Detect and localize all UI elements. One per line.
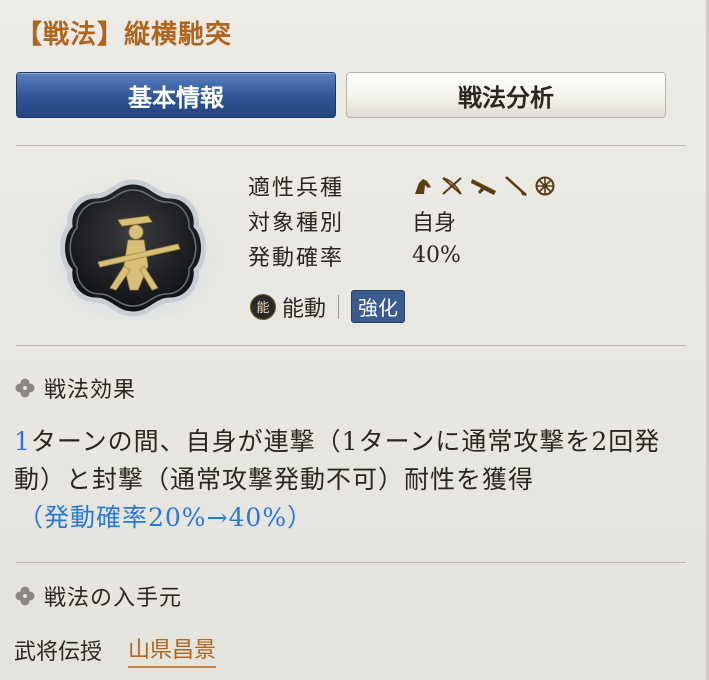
effect-text: ターンの間、自身が連撃（1ターンに通常攻撃を2回発動）と封撃（通常攻撃発動不可）…	[14, 427, 661, 494]
source-heading: 戦法の入手元	[14, 580, 182, 612]
clover-icon	[15, 378, 35, 398]
tactic-info: 適性兵種 対象種別 自身 発動確率 40%	[248, 168, 556, 273]
active-badge-icon: 能	[250, 293, 276, 320]
gun-icon	[471, 178, 496, 195]
divider	[16, 345, 686, 346]
troop-type-label: 適性兵種	[248, 175, 345, 201]
tactic-title: 【戦法】縦横馳突	[16, 20, 233, 50]
target-type-label: 対象種別	[248, 210, 345, 236]
separator	[338, 294, 340, 319]
troop-type-row: 適性兵種	[248, 168, 556, 203]
effect-description: 1ターンの間、自身が連撃（1ターンに通常攻撃を2回発動）と封撃（通常攻撃発動不可…	[14, 423, 694, 537]
enhanced-tag: 強化	[351, 290, 406, 323]
source-row: 武将伝授 山県昌景	[14, 632, 217, 668]
target-type-row: 対象種別 自身	[248, 203, 556, 238]
tactic-detail-panel: 【戦法】縦横馳突 基本情報 戦法分析 適性兵種 対象種別 自身 発動確率 40%…	[0, 0, 709, 680]
effect-heading: 戦法効果	[14, 372, 136, 404]
troop-type-icons	[412, 175, 556, 197]
ability-type: 能動	[282, 296, 327, 322]
spear-icon	[505, 175, 527, 196]
tactic-emblem-icon	[38, 170, 228, 322]
activation-rate-value: 40%	[412, 243, 461, 268]
shield-icon	[535, 176, 555, 195]
tab-basic-info[interactable]: 基本情報	[16, 72, 336, 118]
cavalry-icon	[415, 178, 431, 194]
source-label: 武将伝授	[14, 640, 103, 665]
effect-heading-label: 戦法効果	[44, 378, 137, 403]
divider	[16, 562, 686, 563]
clover-icon	[15, 586, 35, 606]
tab-bar: 基本情報 戦法分析	[16, 72, 668, 120]
target-type-value: 自身	[412, 210, 457, 236]
ability-row: 能 能動 強化	[250, 290, 406, 323]
source-heading-label: 戦法の入手元	[44, 586, 183, 611]
activation-rate-row: 発動確率 40%	[248, 238, 556, 273]
effect-turn-count: 1	[14, 427, 31, 456]
tab-tactic-analysis[interactable]: 戦法分析	[346, 72, 666, 118]
activation-rate-label: 発動確率	[248, 245, 345, 271]
source-general-link[interactable]: 山県昌景	[128, 632, 217, 668]
bow-icon	[442, 176, 462, 195]
effect-upgrade-note: （発動確率20%→40%）	[18, 503, 314, 532]
divider	[16, 145, 686, 146]
